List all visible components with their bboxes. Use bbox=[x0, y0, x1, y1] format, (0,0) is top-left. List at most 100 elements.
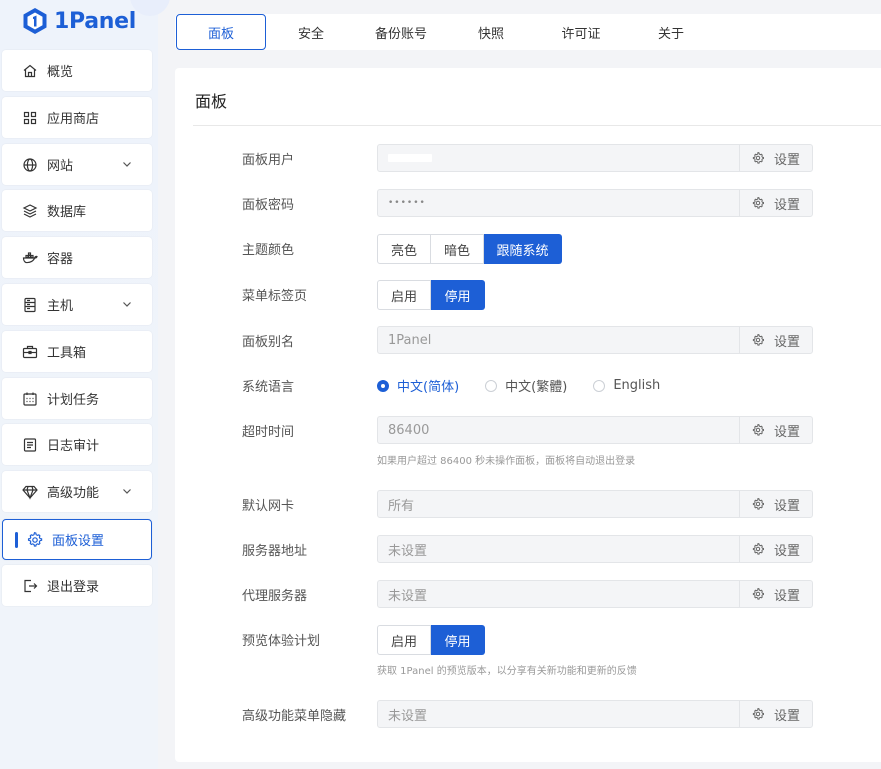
toolbox-icon bbox=[22, 344, 38, 360]
sidebar-item-globe[interactable]: 网站 bbox=[2, 144, 152, 185]
sidebar-item-label: 退出登录 bbox=[47, 580, 100, 595]
language-option-en[interactable]: English bbox=[593, 378, 660, 393]
sidebar-item-label: 概览 bbox=[47, 65, 74, 80]
setting-button-label: 设置 bbox=[773, 498, 800, 514]
panel-alias-field: 1Panel 设置 bbox=[377, 326, 813, 354]
hide-advanced-menu-field: 未设置 设置 bbox=[377, 700, 813, 728]
panel-user-label: 面板用户 bbox=[242, 153, 295, 168]
tab-label: 快照 bbox=[477, 26, 504, 42]
sidebar: 1Panel 概览应用商店网站数据库容器主机工具箱计划任务日志审计高级功能面板设… bbox=[0, 0, 170, 769]
menu-tabs-segmented-control: 启用 停用 bbox=[377, 280, 485, 310]
logout-icon bbox=[22, 578, 38, 594]
language-option-zh-cn[interactable]: 中文(简体) bbox=[377, 376, 459, 395]
server-address-label: 服务器地址 bbox=[242, 544, 308, 559]
timeout-field: 86400 设置 bbox=[377, 416, 813, 444]
menu-tabs-enable[interactable]: 启用 bbox=[377, 280, 431, 310]
tab-label: 备份账号 bbox=[374, 26, 427, 42]
preview-program-disable[interactable]: 停用 bbox=[431, 625, 485, 655]
sidebar-item-label: 网站 bbox=[47, 159, 74, 174]
radio-dot bbox=[377, 379, 389, 392]
panel-password-label: 面板密码 bbox=[242, 198, 295, 213]
proxy-setting-button[interactable]: 设置 bbox=[739, 581, 812, 607]
globe-icon bbox=[22, 157, 38, 173]
log-icon bbox=[22, 437, 38, 453]
sidebar-item-calendar[interactable]: 计划任务 bbox=[2, 378, 152, 419]
panel-user-field: 设置 bbox=[377, 144, 813, 172]
radio-label: English bbox=[613, 378, 661, 393]
setting-button-label: 设置 bbox=[773, 197, 800, 213]
panel-password-value: •••••• bbox=[388, 198, 426, 208]
sidebar-item-label: 数据库 bbox=[47, 205, 87, 220]
page-title: 面板 bbox=[195, 92, 228, 111]
gear-icon bbox=[752, 424, 769, 436]
sidebar-item-server[interactable]: 主机 bbox=[2, 284, 152, 325]
proxy-label: 代理服务器 bbox=[242, 589, 308, 604]
theme-option-dark[interactable]: 暗色 bbox=[431, 234, 484, 264]
sidebar-item-label: 日志审计 bbox=[47, 439, 100, 454]
nic-label: 默认网卡 bbox=[242, 499, 295, 514]
database-icon bbox=[22, 203, 38, 219]
tab-backup-account[interactable]: 备份账号 bbox=[361, 14, 441, 50]
setting-button-label: 设置 bbox=[773, 424, 800, 440]
hide-advanced-menu-value: 未设置 bbox=[388, 708, 428, 724]
logo-text: 1Panel bbox=[54, 8, 137, 34]
sidebar-item-label: 面板设置 bbox=[52, 534, 105, 549]
panel-alias-setting-button[interactable]: 设置 bbox=[739, 327, 812, 353]
panel-password-setting-button[interactable]: 设置 bbox=[739, 190, 812, 216]
tab-security[interactable]: 安全 bbox=[271, 14, 351, 50]
timeout-setting-button[interactable]: 设置 bbox=[739, 417, 812, 443]
tab-license[interactable]: 许可证 bbox=[541, 14, 621, 50]
tab-panel[interactable]: 面板 bbox=[176, 14, 266, 50]
server-address-setting-button[interactable]: 设置 bbox=[739, 536, 812, 562]
server-icon bbox=[22, 297, 38, 313]
sidebar-item-database[interactable]: 数据库 bbox=[2, 190, 152, 231]
language-label: 系统语言 bbox=[242, 380, 295, 395]
nic-setting-button[interactable]: 设置 bbox=[739, 491, 812, 517]
theme-label: 主题颜色 bbox=[242, 243, 295, 258]
tab-snapshot[interactable]: 快照 bbox=[451, 14, 531, 50]
sidebar-item-log[interactable]: 日志审计 bbox=[2, 424, 152, 465]
gear-icon bbox=[752, 588, 769, 600]
panel-settings-card: 面板 面板用户 设置 面板密码 •••••• 设置 主题颜色 亮色 暗色 跟随系… bbox=[175, 68, 881, 762]
hide-advanced-menu-setting-button[interactable]: 设置 bbox=[739, 701, 812, 727]
sidebar-item-label: 主机 bbox=[47, 299, 74, 314]
menu-tabs-label: 菜单标签页 bbox=[242, 289, 308, 304]
sidebar-item-toolbox[interactable]: 工具箱 bbox=[2, 331, 152, 372]
preview-program-hint: 获取 1Panel 的预览版本，以分享有关新功能和更新的反馈 bbox=[377, 666, 637, 677]
timeout-label: 超时时间 bbox=[242, 425, 295, 440]
sidebar-item-grid[interactable]: 应用商店 bbox=[2, 97, 152, 138]
sidebar-item-docker[interactable]: 容器 bbox=[2, 237, 152, 278]
menu-tabs-disable[interactable]: 停用 bbox=[431, 280, 485, 310]
theme-option-system[interactable]: 跟随系统 bbox=[484, 234, 562, 264]
1panel-logo-icon bbox=[23, 8, 47, 34]
diamond-icon bbox=[22, 484, 38, 500]
sidebar-item-home[interactable]: 概览 bbox=[2, 50, 152, 91]
setting-button-label: 设置 bbox=[773, 334, 800, 350]
sidebar-item-gear[interactable]: 面板设置 bbox=[2, 519, 152, 560]
preview-program-enable[interactable]: 启用 bbox=[377, 625, 431, 655]
language-option-zh-tw[interactable]: 中文(繁體) bbox=[485, 376, 567, 395]
sidebar-item-label: 计划任务 bbox=[47, 393, 100, 408]
theme-segmented-control: 亮色 暗色 跟随系统 bbox=[377, 234, 562, 264]
tab-label: 许可证 bbox=[561, 26, 601, 42]
gear-icon bbox=[27, 531, 43, 548]
panel-password-field: •••••• 设置 bbox=[377, 189, 813, 217]
home-icon bbox=[22, 63, 38, 79]
tab-about[interactable]: 关于 bbox=[631, 14, 711, 50]
logo[interactable]: 1Panel bbox=[22, 6, 136, 36]
chevron-down-icon bbox=[120, 157, 134, 171]
tab-label: 关于 bbox=[657, 26, 684, 42]
gear-icon bbox=[752, 543, 769, 555]
nic-field: 所有 设置 bbox=[377, 490, 813, 518]
proxy-field: 未设置 设置 bbox=[377, 580, 813, 608]
panel-alias-label: 面板别名 bbox=[242, 335, 295, 350]
theme-option-light[interactable]: 亮色 bbox=[377, 234, 431, 264]
sidebar-item-logout[interactable]: 退出登录 bbox=[2, 565, 152, 606]
panel-user-value bbox=[378, 151, 739, 166]
preview-program-segmented-control: 启用 停用 bbox=[377, 625, 485, 655]
sidebar-item-diamond[interactable]: 高级功能 bbox=[2, 471, 152, 512]
radio-dot bbox=[593, 379, 606, 392]
panel-user-setting-button[interactable]: 设置 bbox=[739, 145, 812, 171]
preview-program-label: 预览体验计划 bbox=[242, 634, 321, 649]
grid-icon bbox=[22, 110, 38, 126]
